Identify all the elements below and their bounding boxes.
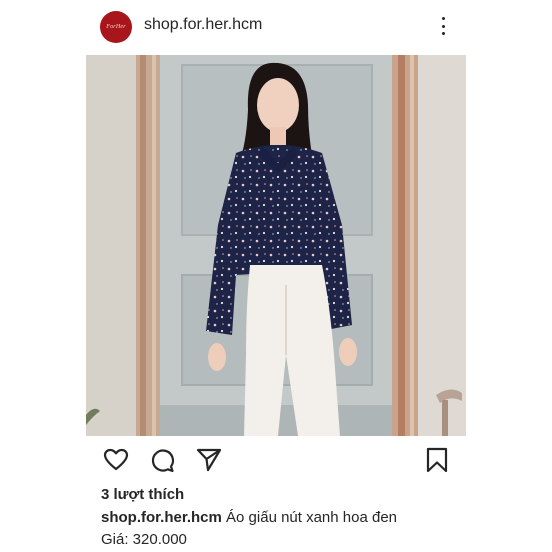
post-image[interactable] xyxy=(86,55,466,436)
bookmark-icon[interactable] xyxy=(423,446,451,474)
caption-price: Giá: 320.000 xyxy=(101,531,187,548)
avatar-logo-text: ForHer xyxy=(106,24,126,30)
more-vertical-icon[interactable] xyxy=(434,14,452,38)
comment-icon[interactable] xyxy=(149,446,177,474)
send-icon[interactable] xyxy=(195,446,223,474)
caption: shop.for.her.hcm Áo giấu nút xanh hoa đe… xyxy=(101,509,397,526)
photo-illustration xyxy=(86,55,466,436)
caption-username[interactable]: shop.for.her.hcm xyxy=(101,509,222,526)
heart-icon[interactable] xyxy=(102,446,130,474)
likes-count[interactable]: 3 lượt thích xyxy=(101,486,184,503)
caption-text: Áo giấu nút xanh hoa đen xyxy=(226,509,398,526)
action-bar xyxy=(0,446,552,476)
avatar[interactable]: ForHer xyxy=(100,11,132,43)
username-link[interactable]: shop.for.her.hcm xyxy=(144,16,262,34)
post-header: ForHer shop.for.her.hcm xyxy=(0,0,552,54)
